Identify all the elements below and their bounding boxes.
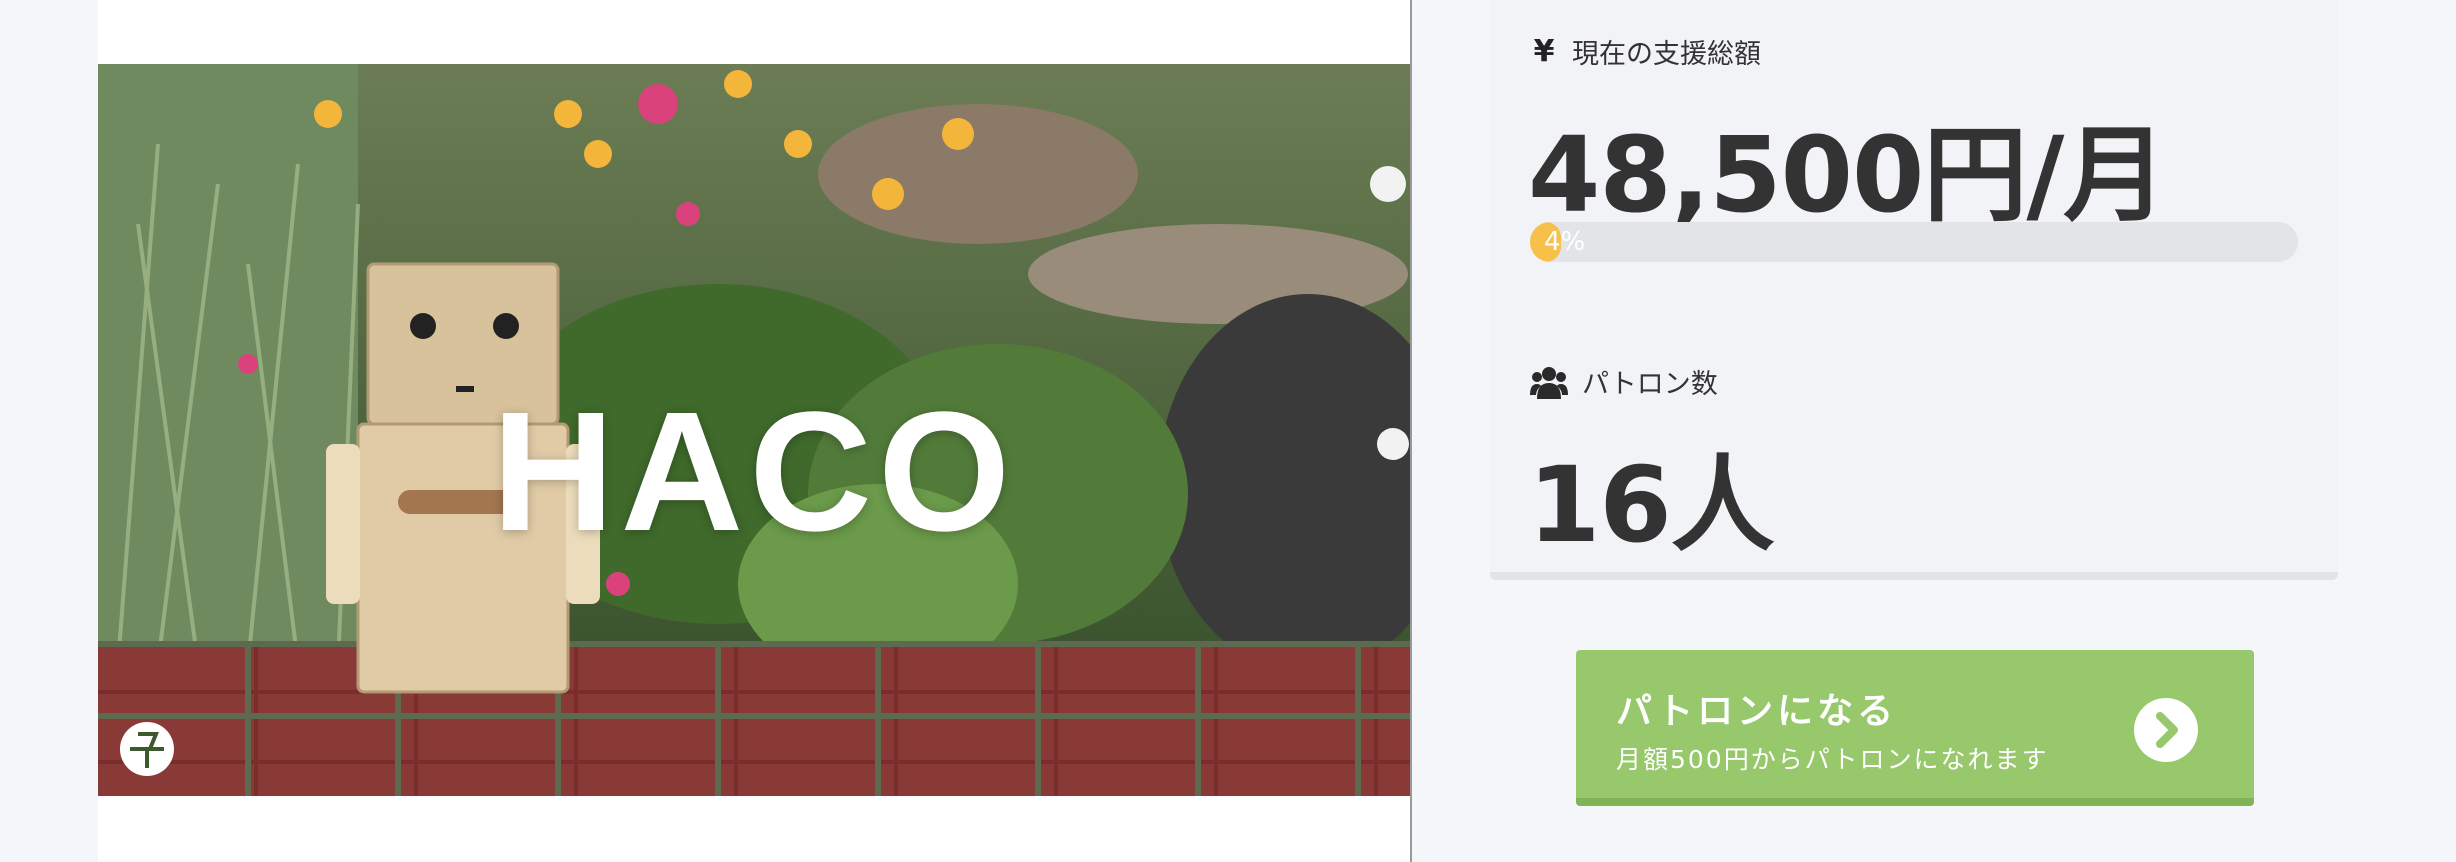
- brand-logo-icon: [120, 722, 174, 776]
- yen-icon: ¥: [1533, 34, 1555, 69]
- hero-title: HACO: [491, 377, 1017, 567]
- page: HACO ¥ 現在の支援総額 48,500円/月 4% パトロン数 16人 パト…: [0, 0, 2456, 862]
- become-patron-button[interactable]: パトロンになる 月額500円からパトロンになれます: [1576, 650, 2254, 806]
- chevron-right-icon: [2134, 698, 2198, 762]
- users-icon: [1530, 366, 1568, 399]
- patrons-label-row: パトロン数: [1530, 362, 1718, 401]
- patrons-count: 16人: [1528, 444, 1775, 566]
- become-patron-title: パトロンになる: [1616, 691, 1898, 732]
- funding-amount: 48,500円/月: [1528, 114, 2167, 236]
- stats-card: ¥ 現在の支援総額 48,500円/月 4% パトロン数 16人: [1490, 0, 2338, 580]
- media-panel: HACO: [98, 0, 1410, 862]
- become-patron-subtitle: 月額500円からパトロンになれます: [1616, 745, 2049, 774]
- hero-image: HACO: [98, 64, 1410, 796]
- funding-label: 現在の支援総額: [1572, 39, 1761, 70]
- funding-progress-bar: 4%: [1530, 222, 2298, 262]
- media-divider: [1410, 0, 1412, 862]
- funding-progress-label: 4%: [1544, 227, 1586, 257]
- patrons-label: パトロン数: [1582, 369, 1718, 400]
- funding-label-row: ¥ 現在の支援総額: [1530, 32, 1761, 71]
